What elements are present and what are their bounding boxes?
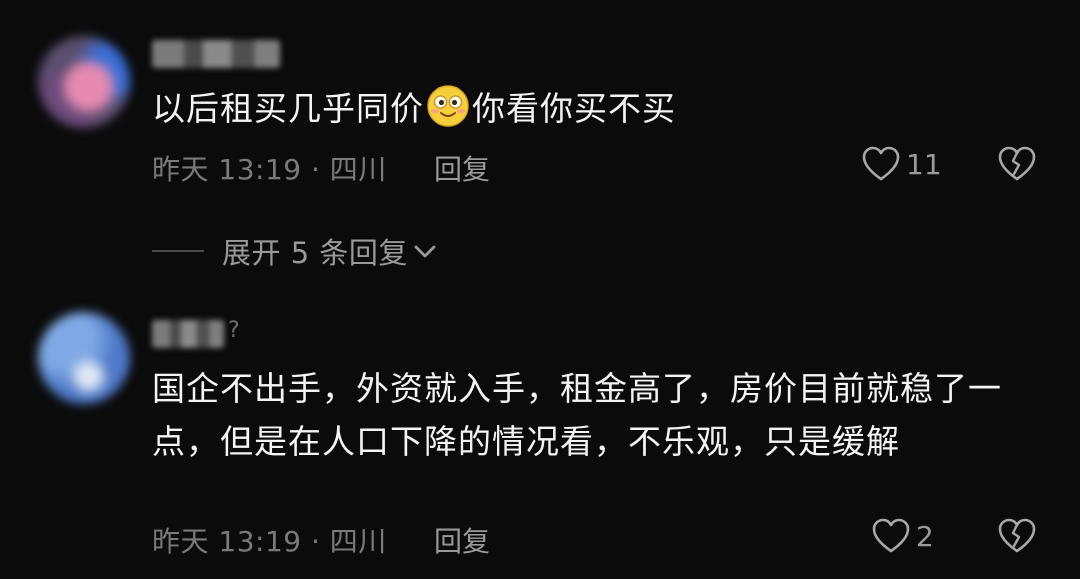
reply-button[interactable]: 回复 — [434, 520, 490, 560]
heart-outline-icon — [862, 146, 900, 181]
comment-1: 以后租买几乎同价 你看你买不买 昨天 13:19 · 四川 回复 11 — [0, 0, 1080, 210]
comment-text: 国企不出手，外资就入手，租金高了，房价目前就稳了一点，但是在人口下降的情况看，不… — [152, 369, 1002, 461]
like-count: 2 — [916, 519, 934, 553]
comment-meta: 昨天 13:19 · 四川 — [152, 525, 387, 558]
comment-text: 以后租买几乎同价 你看你买不买 — [152, 82, 1032, 135]
comment-meta: 昨天 13:19 · 四川 — [152, 153, 387, 186]
reply-button[interactable]: 回复 — [434, 148, 490, 188]
dislike-button[interactable] — [998, 146, 1036, 186]
chevron-down-icon — [414, 245, 436, 258]
expand-divider — [152, 250, 204, 252]
username[interactable] — [152, 320, 224, 348]
dislike-button[interactable] — [998, 518, 1036, 558]
like-button[interactable]: 2 — [872, 518, 934, 554]
like-count: 11 — [906, 147, 942, 181]
username[interactable] — [152, 40, 280, 68]
avatar[interactable] — [38, 312, 130, 404]
username-suffix: ? — [228, 318, 240, 343]
smiling-face-emoji-icon — [427, 85, 469, 127]
broken-heart-icon — [998, 146, 1036, 181]
like-button[interactable]: 11 — [862, 146, 942, 182]
broken-heart-icon — [998, 518, 1036, 553]
avatar[interactable] — [38, 36, 130, 128]
expand-replies-button[interactable]: 展开 5 条回复 — [152, 230, 438, 272]
heart-outline-icon — [872, 518, 910, 553]
expand-replies-label: 展开 5 条回复 — [222, 236, 408, 270]
comment-2: ? 国企不出手，外资就入手，租金高了，房价目前就稳了一点，但是在人口下降的情况看… — [0, 300, 1080, 579]
